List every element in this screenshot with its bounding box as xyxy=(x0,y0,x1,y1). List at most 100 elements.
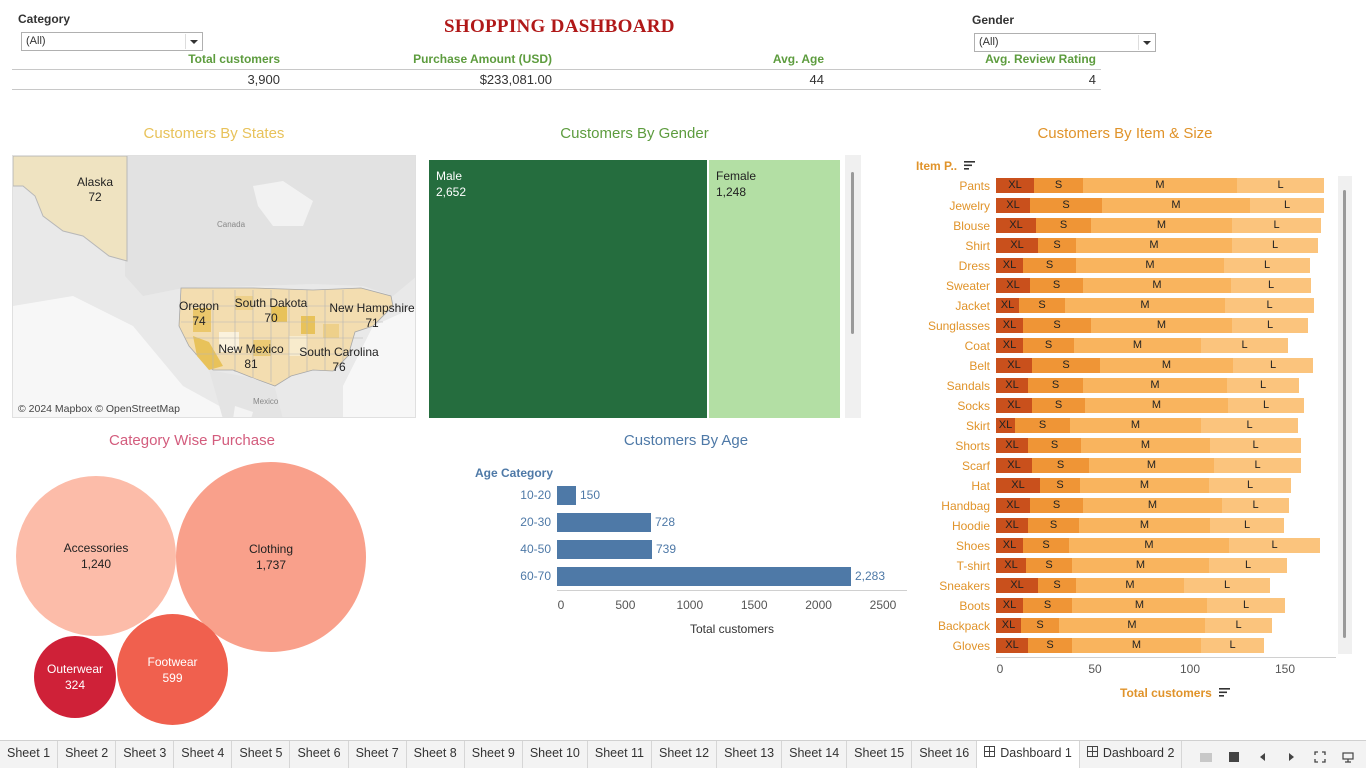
size-segment-l[interactable]: L xyxy=(1232,218,1321,233)
item-stacked-bar[interactable]: XL S M L xyxy=(996,478,1291,496)
sheet-tab[interactable]: Sheet 8 xyxy=(407,741,465,768)
size-segment-s[interactable]: S xyxy=(1023,318,1091,333)
bubble-accessories[interactable]: Accessories 1,240 xyxy=(16,476,176,636)
size-segment-s[interactable]: S xyxy=(1030,198,1102,213)
bubble-footwear[interactable]: Footwear 599 xyxy=(117,614,228,725)
size-segment-m[interactable]: M xyxy=(1081,438,1210,453)
size-segment-s[interactable]: S xyxy=(1036,218,1091,233)
item-stacked-bar[interactable]: XL S M L xyxy=(996,558,1287,576)
size-segment-xl[interactable]: XL xyxy=(996,218,1036,233)
item-stacked-bar[interactable]: XL S M L xyxy=(996,338,1288,356)
bubble-outerwear[interactable]: Outerwear 324 xyxy=(34,636,116,718)
size-segment-s[interactable]: S xyxy=(1019,298,1065,313)
size-segment-m[interactable]: M xyxy=(1059,618,1205,633)
sheet-tab[interactable]: Sheet 11 xyxy=(588,741,653,768)
state-label-south-carolina[interactable]: South Carolina 76 xyxy=(295,345,383,375)
size-segment-l[interactable]: L xyxy=(1207,598,1285,613)
size-segment-m[interactable]: M xyxy=(1070,418,1201,433)
item-stacked-bar[interactable]: XL S M L xyxy=(996,458,1301,476)
size-segment-l[interactable]: L xyxy=(1184,578,1270,593)
sheet-tab[interactable]: Sheet 5 xyxy=(232,741,291,768)
age-bar[interactable] xyxy=(557,513,651,532)
size-segment-m[interactable]: M xyxy=(1065,298,1225,313)
size-segment-s[interactable]: S xyxy=(1032,458,1089,473)
size-segment-m[interactable]: M xyxy=(1072,558,1209,573)
size-segment-xl[interactable]: XL xyxy=(996,318,1023,333)
item-stacked-bar[interactable]: XL S M L xyxy=(996,598,1285,616)
state-label-oregon[interactable]: Oregon 74 xyxy=(173,299,225,329)
state-label-new-mexico[interactable]: New Mexico 81 xyxy=(213,342,289,372)
sheet-tab[interactable]: Sheet 12 xyxy=(652,741,718,768)
size-segment-xl[interactable]: XL xyxy=(996,358,1032,373)
size-segment-xl[interactable]: XL xyxy=(996,538,1023,553)
size-segment-xl[interactable]: XL xyxy=(996,618,1021,633)
size-segment-s[interactable]: S xyxy=(1015,418,1070,433)
size-segment-s[interactable]: S xyxy=(1028,638,1072,653)
size-segment-m[interactable]: M xyxy=(1085,398,1228,413)
size-segment-l[interactable]: L xyxy=(1232,238,1318,253)
sheet-tab[interactable]: Sheet 4 xyxy=(174,741,233,768)
item-stacked-bar[interactable]: XL S M L xyxy=(996,278,1311,296)
item-stacked-bar[interactable]: XL S M L xyxy=(996,638,1264,656)
size-segment-m[interactable]: M xyxy=(1072,598,1207,613)
size-segment-s[interactable]: S xyxy=(1030,278,1083,293)
size-segment-xl[interactable]: XL xyxy=(996,638,1028,653)
size-segment-m[interactable]: M xyxy=(1083,278,1231,293)
chevron-down-icon[interactable] xyxy=(185,34,201,49)
size-segment-l[interactable]: L xyxy=(1233,358,1313,373)
size-segment-xl[interactable]: XL xyxy=(996,378,1028,393)
sheet-tab[interactable]: Sheet 16 xyxy=(912,741,978,768)
size-segment-xl[interactable]: XL xyxy=(996,238,1038,253)
size-segment-xl[interactable]: XL xyxy=(996,418,1015,433)
sheet-tab[interactable]: Dashboard 1 xyxy=(977,741,1080,768)
filmstrip-view-icon[interactable] xyxy=(1228,750,1240,762)
previous-sheet-icon[interactable] xyxy=(1257,750,1269,762)
size-segment-l[interactable]: L xyxy=(1232,318,1308,333)
size-segment-l[interactable]: L xyxy=(1227,378,1299,393)
size-segment-xl[interactable]: XL xyxy=(996,198,1030,213)
size-segment-l[interactable]: L xyxy=(1201,638,1264,653)
age-bar[interactable] xyxy=(557,540,652,559)
size-segment-s[interactable]: S xyxy=(1026,558,1072,573)
size-segment-m[interactable]: M xyxy=(1074,338,1201,353)
size-segment-s[interactable]: S xyxy=(1032,358,1100,373)
fullscreen-icon[interactable] xyxy=(1313,750,1326,763)
item-scrollbar[interactable] xyxy=(1338,176,1352,654)
size-segment-m[interactable]: M xyxy=(1083,498,1222,513)
size-segment-m[interactable]: M xyxy=(1089,458,1214,473)
item-stacked-bar[interactable]: XL S M L xyxy=(996,358,1313,376)
item-stacked-bar[interactable]: XL S M L xyxy=(996,198,1324,216)
item-stacked-bar[interactable]: XL S M L xyxy=(996,418,1298,436)
size-segment-xl[interactable]: XL xyxy=(996,598,1023,613)
treemap-cell-male[interactable]: Male 2,652 xyxy=(429,160,707,418)
sheet-tab[interactable]: Sheet 9 xyxy=(465,741,523,768)
size-segment-s[interactable]: S xyxy=(1028,438,1081,453)
sheet-tab[interactable]: Sheet 7 xyxy=(349,741,407,768)
sheet-tab[interactable]: Sheet 6 xyxy=(290,741,349,768)
item-stacked-bar[interactable]: XL S M L xyxy=(996,518,1284,536)
size-segment-s[interactable]: S xyxy=(1032,398,1085,413)
size-segment-l[interactable]: L xyxy=(1250,198,1324,213)
size-segment-m[interactable]: M xyxy=(1083,178,1237,193)
state-label-new-hampshire[interactable]: New Hampshire 71 xyxy=(327,301,415,331)
size-segment-s[interactable]: S xyxy=(1034,178,1083,193)
item-axis-title[interactable]: Item P.. xyxy=(916,159,976,173)
size-segment-xl[interactable]: XL xyxy=(996,398,1032,413)
size-segment-s[interactable]: S xyxy=(1038,238,1076,253)
gender-scrollbar[interactable] xyxy=(845,155,861,418)
size-segment-l[interactable]: L xyxy=(1210,438,1301,453)
size-segment-xl[interactable]: XL xyxy=(996,438,1028,453)
size-segment-m[interactable]: M xyxy=(1069,538,1229,553)
size-segment-l[interactable]: L xyxy=(1228,398,1304,413)
item-stacked-bar[interactable]: XL S M L xyxy=(996,538,1320,556)
size-segment-s[interactable]: S xyxy=(1028,518,1079,533)
size-segment-l[interactable]: L xyxy=(1231,278,1311,293)
sheet-tab[interactable]: Sheet 15 xyxy=(847,741,913,768)
item-stacked-bar[interactable]: XL S M L xyxy=(996,218,1321,236)
size-segment-m[interactable]: M xyxy=(1076,258,1224,273)
category-filter-dropdown[interactable]: (All) xyxy=(21,32,203,51)
chevron-down-icon[interactable] xyxy=(1138,35,1154,50)
size-segment-s[interactable]: S xyxy=(1023,598,1072,613)
age-bar[interactable] xyxy=(557,567,851,586)
presentation-icon[interactable] xyxy=(1342,750,1354,763)
